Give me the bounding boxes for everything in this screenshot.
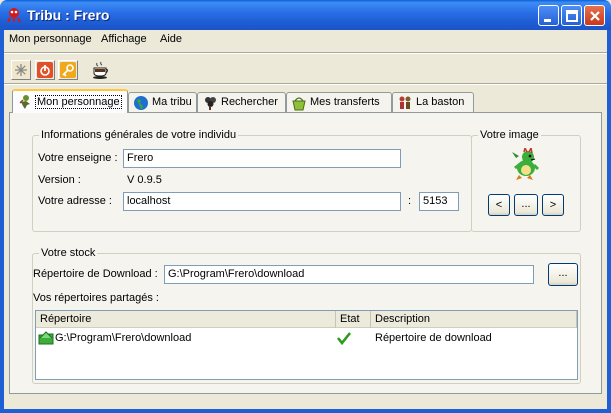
list-header: Répertoire Etat Description [36, 311, 577, 328]
menu-affichage[interactable]: Affichage [101, 33, 147, 45]
fighters-icon [399, 96, 411, 109]
snowflake-button[interactable] [11, 60, 31, 80]
checkmark-icon [336, 330, 352, 346]
stock-group: Votre stock Répertoire de Download : G:\… [32, 247, 581, 384]
shared-dirs-list[interactable]: Répertoire Etat Description G:\Program\F… [35, 310, 578, 380]
row-directory: G:\Program\Frero\download [55, 332, 192, 344]
tab-la-baston[interactable]: La baston [392, 92, 474, 112]
avatar [510, 145, 542, 182]
basket-icon [292, 97, 306, 111]
tab-panel-mon-personnage: Informations générales de votre individu… [9, 112, 602, 394]
adresse-label: Votre adresse : [38, 195, 112, 207]
image-group-title: Votre image [478, 129, 541, 141]
dragon-avatar-icon [512, 145, 540, 180]
enseigne-label: Votre enseigne : [38, 152, 118, 164]
column-description[interactable]: Description [371, 311, 577, 328]
port-field[interactable]: 5153 [419, 192, 459, 211]
minimize-button[interactable] [538, 5, 559, 26]
coffee-cup-icon [93, 61, 108, 79]
version-value: V 0.9.5 [127, 174, 162, 186]
app-icon[interactable] [6, 7, 22, 23]
toolbar-separator [4, 83, 607, 85]
download-dir-field[interactable]: G:\Program\Frero\download [164, 265, 534, 284]
menu-mon-personnage[interactable]: Mon personnage [9, 33, 92, 45]
enseigne-field[interactable]: Frero [123, 149, 401, 168]
stock-group-title: Votre stock [39, 247, 98, 259]
tab-label: Mon personnage [35, 95, 122, 109]
info-group: Informations générales de votre individu… [32, 129, 472, 232]
version-label: Version : [38, 174, 81, 186]
browse-image-button[interactable]: ... [514, 194, 538, 216]
browse-download-button[interactable]: ... [548, 263, 578, 286]
menu-aide[interactable]: Aide [160, 33, 182, 45]
tab-label: Ma tribu [152, 96, 192, 108]
character-icon [19, 95, 30, 109]
tab-rechercher[interactable]: Rechercher [197, 92, 286, 112]
tab-mes-transferts[interactable]: Mes transferts [286, 92, 392, 112]
row-description: Répertoire de download [375, 332, 492, 344]
tab-label: Mes transferts [310, 96, 380, 108]
tab-mon-personnage[interactable]: Mon personnage [12, 89, 128, 113]
title-bar[interactable]: Tribu : Frero [0, 0, 611, 30]
port-separator: : [408, 195, 412, 207]
globe-icon [134, 96, 148, 110]
window-frame-bottom [0, 409, 611, 413]
table-row[interactable]: G:\Program\Frero\download Répertoire de … [36, 329, 577, 347]
shared-dirs-label: Vos répertoires partagés : [33, 292, 159, 304]
download-dir-label: Répertoire de Download : [33, 268, 158, 280]
window-title: Tribu : Frero [27, 7, 110, 23]
column-etat[interactable]: Etat [336, 311, 371, 328]
search-tree-icon [205, 97, 216, 110]
previous-image-button[interactable]: < [488, 194, 510, 216]
window-frame-left [0, 30, 4, 413]
power-icon [37, 62, 53, 78]
tab-ma-tribu[interactable]: Ma tribu [128, 92, 197, 112]
info-group-title: Informations générales de votre individu [39, 129, 239, 141]
coffee-button[interactable] [91, 60, 111, 80]
snowflake-icon [13, 62, 29, 78]
tab-label: Rechercher [221, 96, 278, 108]
window-frame-right [607, 30, 611, 413]
column-repertoire[interactable]: Répertoire [36, 311, 336, 328]
adresse-field[interactable]: localhost [123, 192, 401, 211]
maximize-button[interactable] [561, 5, 582, 26]
disconnect-button[interactable] [35, 60, 55, 80]
next-image-button[interactable]: > [542, 194, 564, 216]
menu-separator [4, 52, 607, 54]
key-button[interactable] [58, 60, 78, 80]
shared-folder-icon [38, 330, 54, 346]
key-icon [60, 62, 76, 78]
image-group: Votre image < ... > [471, 129, 581, 232]
close-button[interactable] [584, 5, 605, 26]
tab-label: La baston [416, 96, 465, 108]
menu-bar: Mon personnage Affichage Aide [4, 30, 607, 50]
